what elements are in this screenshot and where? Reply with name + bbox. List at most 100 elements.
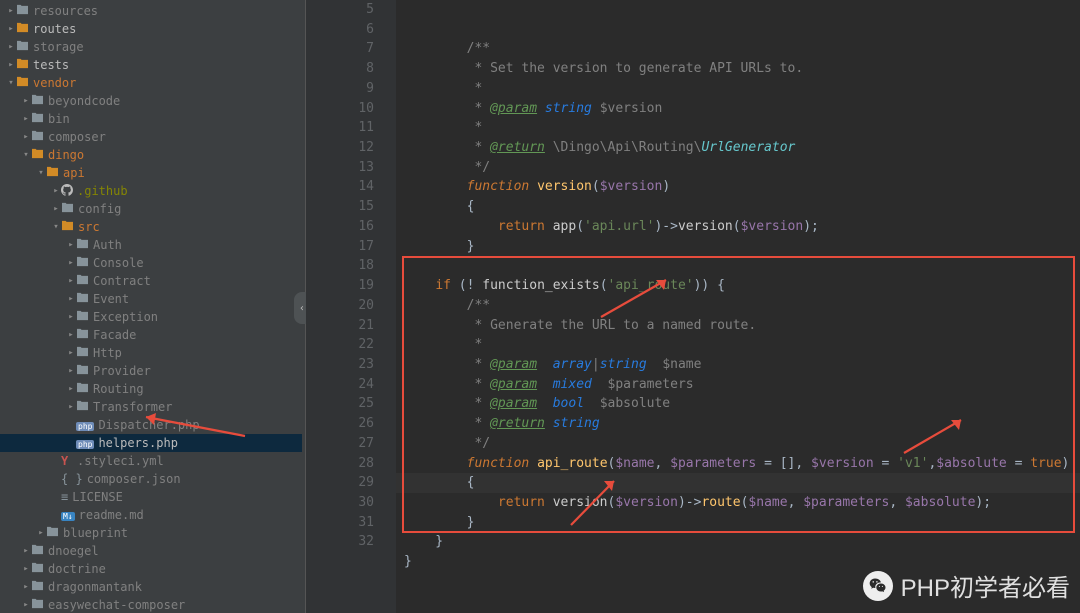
- line-number: 5: [306, 0, 374, 20]
- tree-item-Event[interactable]: ▸Event: [0, 290, 302, 308]
- tree-item-Transformer[interactable]: ▸Transformer: [0, 398, 302, 416]
- tree-item-Console[interactable]: ▸Console: [0, 254, 302, 272]
- line-number: 31: [306, 513, 374, 533]
- tree-item-Facade[interactable]: ▸Facade: [0, 326, 302, 344]
- tree-item-tests[interactable]: ▸ tests: [0, 56, 302, 74]
- code-editor[interactable]: 5678910111213141516171819202122232425262…: [306, 0, 1080, 613]
- tree-item--styleci-yml[interactable]: Y.styleci.yml: [0, 452, 302, 470]
- chevron-icon[interactable]: ▸: [21, 582, 31, 592]
- chevron-icon[interactable]: ▸: [21, 132, 31, 142]
- tree-item-Contract[interactable]: ▸Contract: [0, 272, 302, 290]
- tree-item-Provider[interactable]: ▸ Provider: [0, 362, 302, 380]
- tree-item-storage[interactable]: ▸ storage: [0, 38, 302, 56]
- code-line: *: [396, 79, 1080, 99]
- code-line: {: [396, 197, 1080, 217]
- line-number: 24: [306, 375, 374, 395]
- chevron-icon[interactable]: ▸: [21, 546, 31, 556]
- tree-item-dingo[interactable]: ▾dingo: [0, 146, 302, 164]
- line-number: 15: [306, 197, 374, 217]
- tree-label: routes: [33, 22, 76, 36]
- tree-item-resources[interactable]: ▸resources: [0, 2, 302, 20]
- tree-item-dragonmantank[interactable]: ▸ dragonmantank: [0, 578, 302, 596]
- tree-item-doctrine[interactable]: ▸doctrine: [0, 560, 302, 578]
- chevron-icon[interactable]: ▾: [36, 168, 46, 178]
- chevron-icon[interactable]: ▸: [21, 96, 31, 106]
- folder-icon: [76, 364, 89, 378]
- chevron-icon[interactable]: ▸: [66, 258, 76, 268]
- tree-item-src[interactable]: ▾src: [0, 218, 302, 236]
- chevron-icon[interactable]: ▸: [6, 6, 16, 16]
- line-number: 7: [306, 39, 374, 59]
- chevron-icon[interactable]: ▸: [66, 366, 76, 376]
- tree-label: storage: [33, 40, 84, 54]
- tree-item-Routing[interactable]: ▸ Routing: [0, 380, 302, 398]
- tree-label: .github: [77, 184, 128, 198]
- chevron-icon[interactable]: ▾: [51, 222, 61, 232]
- file-tree-sidebar[interactable]: ▸resources▸routes▸storage▸tests▾vendor▸b…: [0, 0, 302, 613]
- tree-item-config[interactable]: ▸ config: [0, 200, 302, 218]
- chevron-icon[interactable]: ▸: [21, 600, 31, 610]
- tree-item-easywechat-composer[interactable]: ▸easywechat-composer: [0, 596, 302, 613]
- chevron-icon[interactable]: ▸: [51, 204, 61, 214]
- chevron-icon[interactable]: ▸: [6, 60, 16, 70]
- folder-icon: [31, 598, 44, 612]
- line-number: 27: [306, 434, 374, 454]
- tree-item-Dispatcher-php[interactable]: phpDispatcher.php: [0, 416, 302, 434]
- tree-item-blueprint[interactable]: ▸blueprint: [0, 524, 302, 542]
- chevron-icon[interactable]: ▾: [21, 150, 31, 160]
- tree-label: Routing: [93, 382, 144, 396]
- tree-item-Http[interactable]: ▸ Http: [0, 344, 302, 362]
- folder-icon: [31, 112, 44, 126]
- code-line: *: [396, 118, 1080, 138]
- gutter-line-numbers: 5678910111213141516171819202122232425262…: [306, 0, 396, 613]
- folder-icon: [76, 400, 89, 414]
- tree-label: Provider: [93, 364, 151, 378]
- chevron-icon[interactable]: ▸: [66, 240, 76, 250]
- tree-item-api[interactable]: ▾api: [0, 164, 302, 182]
- tree-item-routes[interactable]: ▸ routes: [0, 20, 302, 38]
- chevron-icon[interactable]: ▸: [66, 276, 76, 286]
- code-line: function version($version): [396, 177, 1080, 197]
- folder-icon: [16, 76, 29, 90]
- chevron-icon[interactable]: ▸: [66, 294, 76, 304]
- folder-icon: [76, 328, 89, 342]
- tree-item-dnoegel[interactable]: ▸dnoegel: [0, 542, 302, 560]
- tree-item-readme-md[interactable]: M↓readme.md: [0, 506, 302, 524]
- folder-icon: [16, 22, 29, 36]
- chevron-icon[interactable]: ▸: [21, 564, 31, 574]
- chevron-icon[interactable]: ▸: [66, 348, 76, 358]
- chevron-icon[interactable]: ▸: [51, 186, 61, 196]
- tree-label: config: [78, 202, 121, 216]
- tree-item-beyondcode[interactable]: ▸beyondcode: [0, 92, 302, 110]
- chevron-icon[interactable]: ▸: [21, 114, 31, 124]
- folder-icon: [16, 4, 29, 18]
- chevron-icon[interactable]: ▸: [66, 330, 76, 340]
- line-number: 20: [306, 296, 374, 316]
- chevron-icon[interactable]: ▸: [66, 312, 76, 322]
- tree-item-Exception[interactable]: ▸ Exception: [0, 308, 302, 326]
- chevron-icon[interactable]: ▸: [6, 24, 16, 34]
- tree-item-helpers-php[interactable]: phphelpers.php: [0, 434, 302, 452]
- tree-label: Http: [93, 346, 122, 360]
- chevron-icon[interactable]: ▸: [36, 528, 46, 538]
- tree-label: dragonmantank: [48, 580, 142, 594]
- chevron-icon[interactable]: ▾: [6, 78, 16, 88]
- tree-item-vendor[interactable]: ▾vendor: [0, 74, 302, 92]
- folder-icon: [31, 562, 44, 576]
- code-line: /**: [396, 39, 1080, 59]
- tree-item-composer-json[interactable]: { }composer.json: [0, 470, 302, 488]
- line-number: 22: [306, 335, 374, 355]
- tree-label: Exception: [93, 310, 158, 324]
- tree-item-bin[interactable]: ▸bin: [0, 110, 302, 128]
- tree-item--github[interactable]: ▸ .github: [0, 182, 302, 200]
- tree-label: .styleci.yml: [77, 454, 164, 468]
- chevron-icon[interactable]: ▸: [6, 42, 16, 52]
- tree-label: tests: [33, 58, 69, 72]
- php-file-icon: php: [76, 436, 94, 450]
- chevron-icon[interactable]: ▸: [66, 384, 76, 394]
- folder-icon: [76, 346, 89, 360]
- chevron-icon[interactable]: ▸: [66, 402, 76, 412]
- tree-item-composer[interactable]: ▸composer: [0, 128, 302, 146]
- tree-item-Auth[interactable]: ▸Auth: [0, 236, 302, 254]
- tree-item-LICENSE[interactable]: ≡LICENSE: [0, 488, 302, 506]
